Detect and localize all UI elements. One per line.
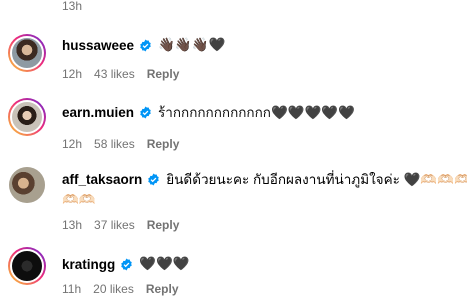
comment-username[interactable]: earn.muien xyxy=(62,105,134,120)
avatar-story-ring[interactable] xyxy=(8,34,46,72)
comment-text: ยินดีด้วยนะคะ กับอีกผลงานที่น่าภูมิใจค่ะ… xyxy=(166,172,467,187)
comment-time: 12h xyxy=(62,137,83,151)
reply-button[interactable]: Reply xyxy=(147,137,180,151)
reply-button[interactable]: Reply xyxy=(147,218,180,232)
avatar-story-ring[interactable] xyxy=(8,98,46,136)
avatar[interactable] xyxy=(10,36,44,70)
comment-time: 12h xyxy=(62,67,83,81)
verified-badge-icon xyxy=(140,39,151,51)
comment-item: hussaweee 👋🏿👋🏿👋🏿🖤 12h 43 likes Reply xyxy=(8,34,458,82)
comment-text: 👋🏿👋🏿👋🏿🖤 xyxy=(158,37,226,52)
comment-username[interactable]: kratingg xyxy=(62,257,115,272)
comment-item: aff_taksaorn ยินดีด้วยนะคะ กับอีกผลงานที… xyxy=(8,162,467,232)
avatar-story-ring[interactable] xyxy=(8,247,46,285)
comment-item: kratingg 🖤🖤🖤 11h 20 likes Reply xyxy=(8,247,458,296)
comment-text: 🖤🖤🖤 xyxy=(139,256,190,271)
comment-username[interactable]: aff_taksaorn xyxy=(62,172,142,187)
avatar[interactable] xyxy=(10,100,44,134)
comment-time: 13h xyxy=(62,218,83,232)
comment-likes[interactable]: 43 likes xyxy=(94,67,135,81)
comment-likes[interactable]: 20 likes xyxy=(93,282,134,296)
verified-badge-icon xyxy=(148,173,160,185)
comment-text-continued: 🫶🏻🫶🏻 xyxy=(62,192,96,207)
comment-likes[interactable]: 58 likes xyxy=(94,137,135,151)
comment-likes[interactable]: 37 likes xyxy=(94,218,135,232)
reply-button[interactable]: Reply xyxy=(147,67,180,81)
verified-badge-icon xyxy=(140,106,151,118)
previous-comment-timestamp: 13h xyxy=(62,0,83,13)
avatar[interactable] xyxy=(10,249,44,283)
avatar-ring[interactable] xyxy=(9,167,45,203)
comment-username[interactable]: hussaweee xyxy=(62,38,134,53)
comment-item: earn.muien ร้ากกกกกกกกกกกก🖤🖤🖤🖤🖤 12h 58 l… xyxy=(8,98,458,151)
verified-badge-icon xyxy=(121,258,133,270)
comment-text: ร้ากกกกกกกกกกกก🖤🖤🖤🖤🖤 xyxy=(158,105,355,120)
avatar[interactable] xyxy=(9,167,45,203)
comment-time: 11h xyxy=(62,282,82,296)
reply-button[interactable]: Reply xyxy=(146,282,179,296)
